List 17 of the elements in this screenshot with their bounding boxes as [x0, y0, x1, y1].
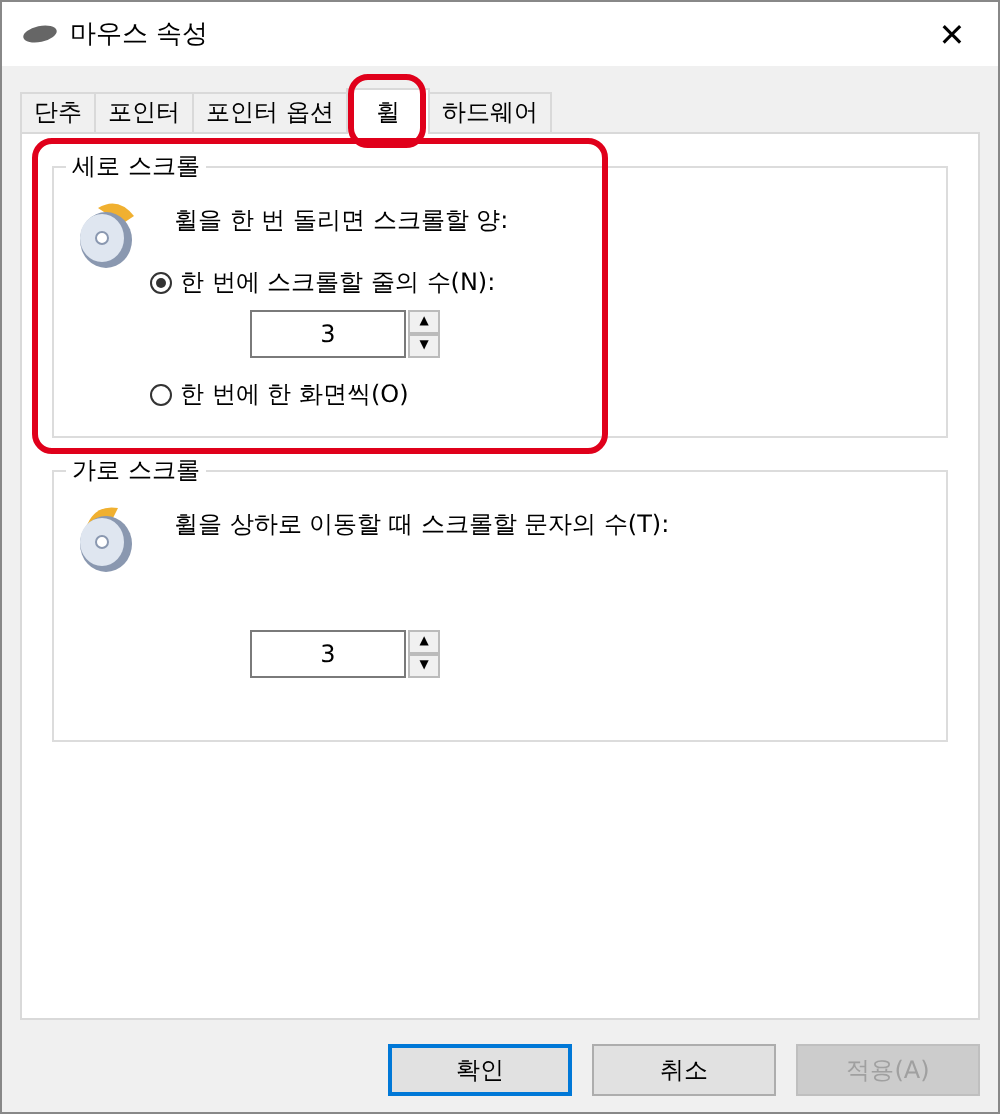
number-field[interactable]: 3	[250, 310, 406, 358]
tab[interactable]: 하드웨어	[427, 92, 552, 132]
dialog-button[interactable]: 확인	[388, 1044, 572, 1096]
mouse-icon	[22, 24, 58, 44]
radio-button[interactable]	[150, 272, 172, 294]
radio-label: 한 번에 한 화면씩(O)	[180, 378, 409, 412]
number-field[interactable]: 3	[250, 630, 406, 678]
prompt-text: 휠을 한 번 돌리면 스크롤할 양:	[174, 204, 509, 238]
radio-button[interactable]	[150, 384, 172, 406]
window-title: 마우스 속성	[70, 18, 211, 52]
close-button[interactable]: ✕	[906, 2, 998, 66]
dialog-button[interactable]: 취소	[592, 1044, 776, 1096]
prompt-text: 휠을 상하로 이동할 때 스크롤할 문자의 수(T):	[174, 508, 670, 542]
group-title: 가로 스크롤	[70, 454, 202, 488]
tab[interactable]: 단추	[20, 92, 96, 132]
group-title: 세로 스크롤	[70, 150, 202, 184]
radio-option[interactable]: 한 번에 한 화면씩(O)	[150, 378, 509, 412]
